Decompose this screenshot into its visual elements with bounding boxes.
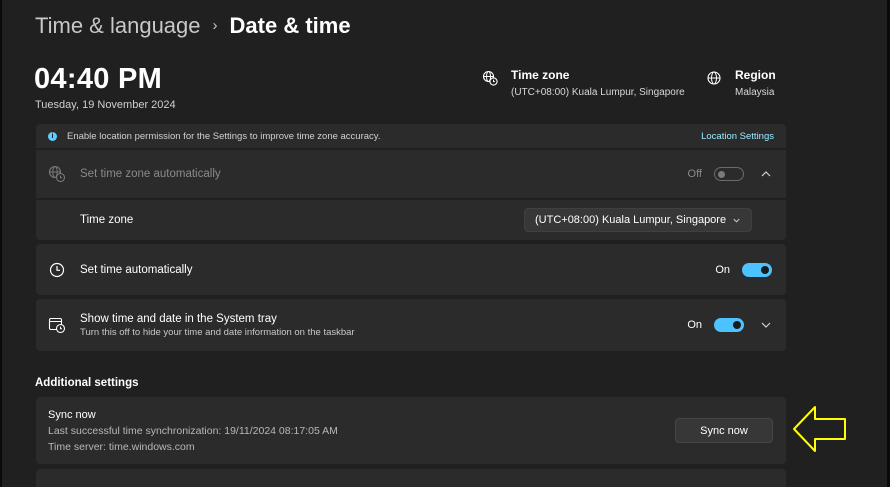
auto-timezone-toggle[interactable]	[714, 167, 744, 181]
system-tray-toggle[interactable]	[714, 318, 744, 332]
set-timezone-automatically-row: Set time zone automatically Off	[36, 150, 786, 198]
next-settings-card	[36, 469, 786, 487]
last-sync-text: Last successful time synchronization: 19…	[48, 425, 338, 437]
info-icon: i	[48, 131, 57, 141]
auto-timezone-state: Off	[687, 168, 702, 180]
timezone-info-value: (UTC+08:00) Kuala Lumpur, Singapore	[511, 87, 685, 98]
set-time-automatically-label: Set time automatically	[80, 263, 193, 276]
timezone-info: Time zone (UTC+08:00) Kuala Lumpur, Sing…	[482, 68, 685, 98]
chevron-up-icon[interactable]	[760, 168, 772, 180]
current-time: 04:40 PM	[34, 63, 163, 95]
timezone-dropdown[interactable]: (UTC+08:00) Kuala Lumpur, Singapore	[524, 208, 752, 232]
system-tray-description: Turn this off to hide your time and date…	[80, 326, 355, 338]
breadcrumb-parent[interactable]: Time & language	[35, 13, 201, 39]
timezone-row: Time zone (UTC+08:00) Kuala Lumpur, Sing…	[36, 200, 786, 240]
auto-time-toggle[interactable]	[742, 262, 772, 277]
current-date: Tuesday, 19 November 2024	[35, 99, 176, 111]
time-server-text: Time server: time.windows.com	[48, 441, 195, 453]
region-info-value: Malaysia	[735, 87, 775, 98]
set-time-automatically-row: Set time automatically On	[36, 244, 786, 295]
globe-icon	[707, 71, 721, 85]
system-tray-state: On	[687, 319, 702, 331]
globe-clock-icon	[482, 70, 498, 86]
system-tray-row: Show time and date in the System tray Tu…	[36, 299, 786, 351]
timezone-dropdown-value: (UTC+08:00) Kuala Lumpur, Singapore	[535, 214, 727, 226]
chevron-down-icon	[733, 218, 740, 223]
auto-time-state: On	[715, 263, 730, 276]
additional-settings-heading: Additional settings	[35, 377, 139, 389]
calendar-clock-icon	[48, 317, 66, 334]
breadcrumb: Time & language › Date & time	[35, 12, 351, 40]
clock-icon	[49, 262, 65, 277]
region-info: Region Malaysia	[706, 68, 776, 98]
chevron-down-icon[interactable]	[760, 319, 772, 331]
sync-now-button[interactable]: Sync now	[675, 418, 773, 443]
system-tray-label: Show time and date in the System tray	[80, 312, 277, 325]
region-info-title: Region	[735, 68, 776, 82]
globe-clock-icon	[48, 165, 66, 183]
location-permission-banner: i Enable location permission for the Set…	[36, 124, 786, 148]
sync-title: Sync now	[48, 409, 96, 421]
banner-text: Enable location permission for the Setti…	[67, 130, 381, 142]
page-title: Date & time	[229, 13, 351, 38]
set-timezone-automatically-label: Set time zone automatically	[80, 168, 221, 180]
timezone-label: Time zone	[80, 214, 134, 226]
timezone-info-title: Time zone	[511, 68, 570, 82]
breadcrumb-separator: ›	[212, 16, 218, 34]
annotation-arrow-icon	[793, 406, 846, 452]
location-settings-link[interactable]: Location Settings	[701, 131, 774, 142]
sync-now-card: Sync now Last successful time synchroniz…	[36, 397, 786, 464]
